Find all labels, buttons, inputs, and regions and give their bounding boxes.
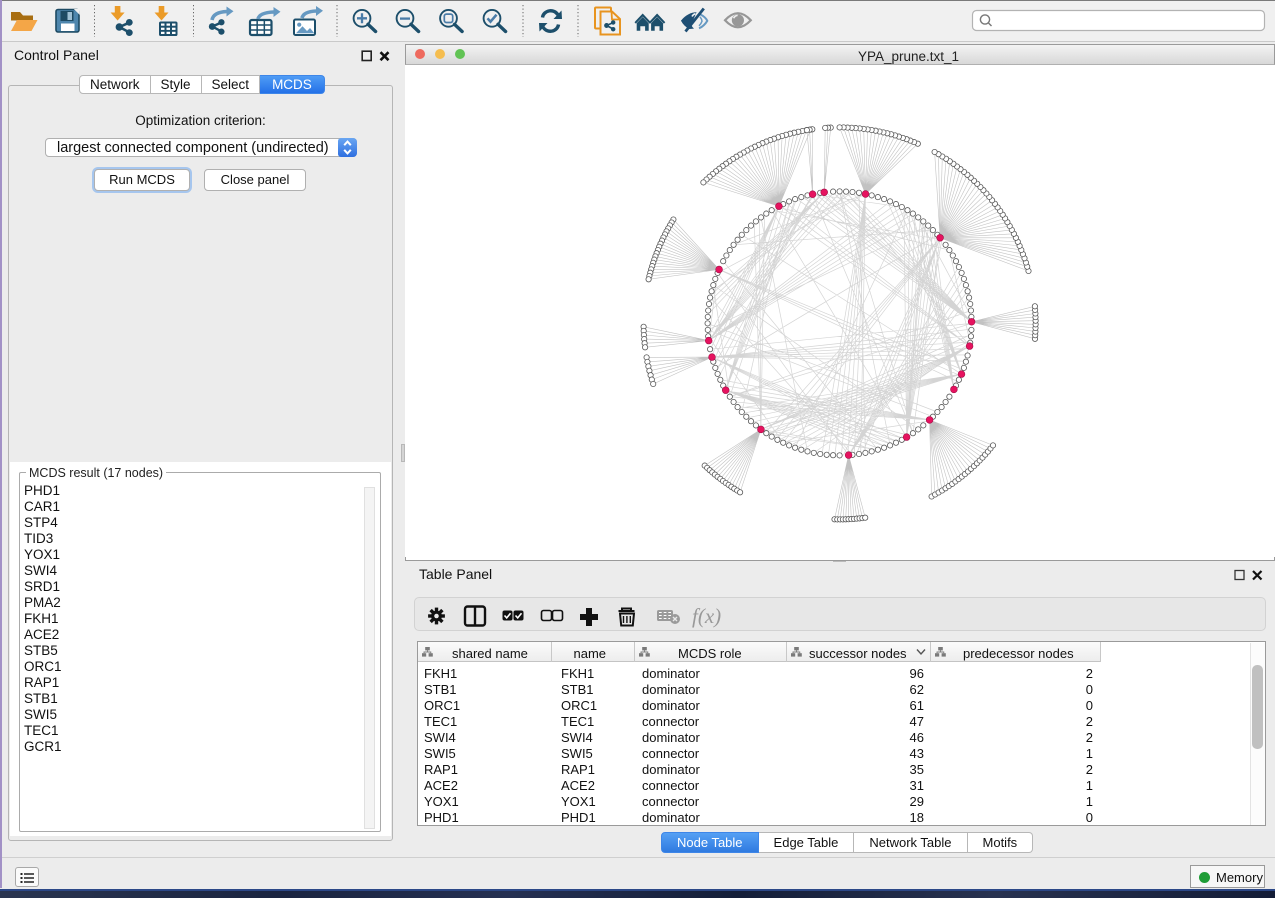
svg-text:f(x): f(x) [692,604,721,628]
